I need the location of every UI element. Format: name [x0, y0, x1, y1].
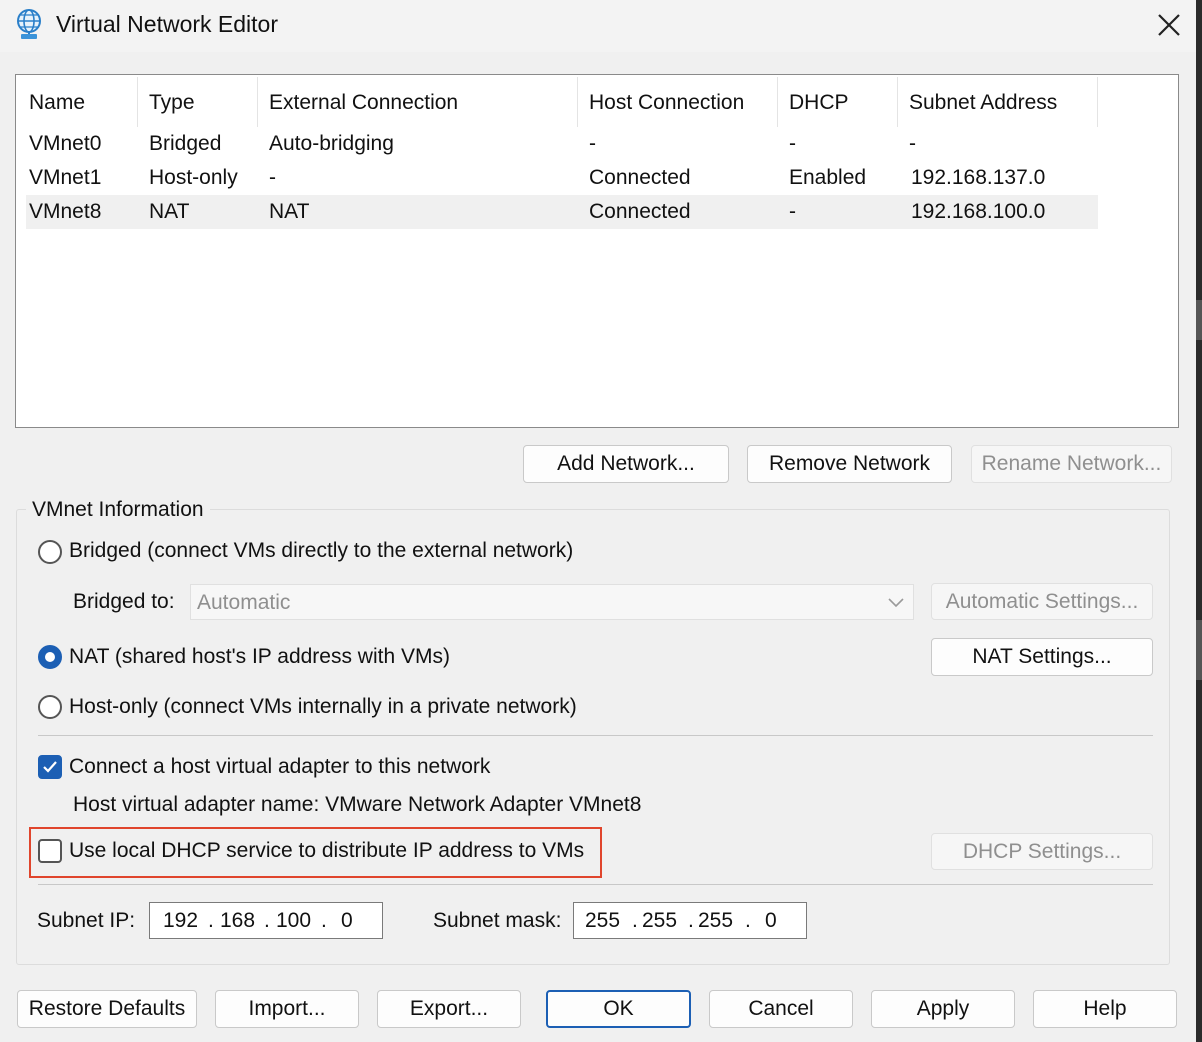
import-button[interactable]: Import...: [215, 990, 359, 1028]
subnet-mask-octet: 255: [585, 909, 621, 932]
network-table[interactable]: Name Type External Connection Host Conne…: [15, 74, 1179, 428]
column-header-subnet-address[interactable]: Subnet Address: [909, 91, 1057, 115]
vmnet-information-group: [16, 509, 1170, 965]
remove-network-button[interactable]: Remove Network: [747, 445, 952, 483]
cell-external: Auto-bridging: [269, 132, 394, 155]
chevron-down-icon: [888, 598, 904, 608]
subnet-mask-label: Subnet mask:: [433, 909, 562, 932]
bridged-to-value: Automatic: [197, 591, 291, 614]
cell-type: Bridged: [149, 132, 222, 155]
subnet-mask-input[interactable]: 255 . 255 . 255 . 0: [573, 902, 807, 939]
column-separator[interactable]: [257, 77, 258, 127]
subnet-ip-octet: 0: [341, 909, 353, 932]
group-title: VMnet Information: [26, 498, 210, 522]
column-separator[interactable]: [1097, 77, 1098, 127]
table-row[interactable]: VMnet0 Bridged Auto-bridging - - -: [26, 127, 1098, 161]
cell-dhcp: -: [789, 132, 796, 155]
ip-separator: .: [264, 909, 270, 932]
window-title: Virtual Network Editor: [56, 11, 278, 37]
subnet-ip-octet: 168: [220, 909, 256, 932]
close-icon[interactable]: [1150, 6, 1188, 44]
dhcp-settings-button[interactable]: DHCP Settings...: [931, 833, 1153, 870]
column-separator[interactable]: [137, 77, 138, 127]
dhcp-highlight-box: [29, 827, 602, 878]
column-header-host-connection[interactable]: Host Connection: [589, 91, 744, 115]
cell-subnet: 192.168.100.0: [911, 200, 1046, 223]
subnet-mask-octet: 0: [765, 909, 777, 932]
nat-radio[interactable]: [38, 645, 62, 669]
adapter-name-text: Host virtual adapter name: VMware Networ…: [73, 793, 642, 816]
cell-external: -: [269, 166, 276, 189]
cell-name: VMnet0: [29, 132, 102, 155]
column-header-dhcp[interactable]: DHCP: [789, 91, 849, 115]
nat-label[interactable]: NAT (shared host's IP address with VMs): [69, 645, 450, 669]
column-separator[interactable]: [777, 77, 778, 127]
subnet-ip-octet: 100: [276, 909, 312, 932]
column-separator[interactable]: [897, 77, 898, 127]
subnet-ip-label: Subnet IP:: [37, 909, 136, 932]
subnet-ip-input[interactable]: 192 . 168 . 100 . 0: [149, 902, 383, 939]
window-edge: [1196, 0, 1202, 1042]
column-separator[interactable]: [577, 77, 578, 127]
cell-host: Connected: [589, 200, 691, 223]
subnet-mask-octet: 255: [642, 909, 678, 932]
nat-settings-button[interactable]: NAT Settings...: [931, 638, 1153, 676]
ip-separator: .: [208, 909, 214, 932]
ip-separator: .: [688, 909, 694, 932]
cell-external: NAT: [269, 200, 310, 223]
bridged-to-select[interactable]: Automatic: [190, 584, 914, 620]
cell-subnet: -: [909, 132, 916, 155]
ok-button[interactable]: OK: [546, 990, 691, 1028]
cell-dhcp: -: [789, 200, 796, 223]
table-row-selected[interactable]: VMnet8 NAT NAT Connected - 192.168.100.0: [26, 195, 1098, 229]
ip-separator: .: [321, 909, 327, 932]
bridged-radio[interactable]: [38, 540, 62, 564]
divider: [38, 884, 1153, 885]
restore-defaults-button[interactable]: Restore Defaults: [17, 990, 197, 1028]
host-only-radio[interactable]: [38, 695, 62, 719]
cell-type: Host-only: [149, 166, 238, 189]
add-network-button[interactable]: Add Network...: [523, 445, 729, 483]
cell-name: VMnet8: [29, 200, 102, 223]
edge-mark: [1196, 620, 1202, 680]
automatic-settings-button[interactable]: Automatic Settings...: [931, 583, 1153, 620]
cell-dhcp: Enabled: [789, 166, 867, 189]
apply-button[interactable]: Apply: [871, 990, 1015, 1028]
column-header-type[interactable]: Type: [149, 91, 195, 115]
export-button[interactable]: Export...: [377, 990, 521, 1028]
ip-separator: .: [632, 909, 638, 932]
divider: [38, 735, 1153, 736]
globe-network-icon: [17, 9, 41, 39]
edge-mark: [1196, 300, 1202, 340]
cell-host: Connected: [589, 166, 691, 189]
column-header-name[interactable]: Name: [29, 91, 85, 115]
bridged-label[interactable]: Bridged (connect VMs directly to the ext…: [69, 539, 573, 563]
subnet-mask-octet: 255: [698, 909, 734, 932]
title-bar: Virtual Network Editor: [0, 0, 1202, 52]
cell-host: -: [589, 132, 596, 155]
bridged-to-label: Bridged to:: [73, 590, 175, 613]
virtual-network-editor-dialog: Virtual Network Editor Name Type Externa…: [0, 0, 1202, 1042]
rename-network-button[interactable]: Rename Network...: [971, 445, 1172, 483]
help-button[interactable]: Help: [1033, 990, 1177, 1028]
host-only-label[interactable]: Host-only (connect VMs internally in a p…: [69, 695, 577, 719]
cell-name: VMnet1: [29, 166, 102, 189]
cell-subnet: 192.168.137.0: [911, 166, 1046, 189]
connect-adapter-checkbox[interactable]: [38, 755, 62, 779]
cell-type: NAT: [149, 200, 190, 223]
ip-separator: .: [745, 909, 751, 932]
subnet-ip-octet: 192: [163, 909, 199, 932]
column-header-external-connection[interactable]: External Connection: [269, 91, 458, 115]
cancel-button[interactable]: Cancel: [709, 990, 853, 1028]
checkmark-icon: [43, 761, 57, 773]
connect-adapter-label[interactable]: Connect a host virtual adapter to this n…: [69, 755, 490, 779]
table-row[interactable]: VMnet1 Host-only - Connected Enabled 192…: [26, 161, 1098, 195]
